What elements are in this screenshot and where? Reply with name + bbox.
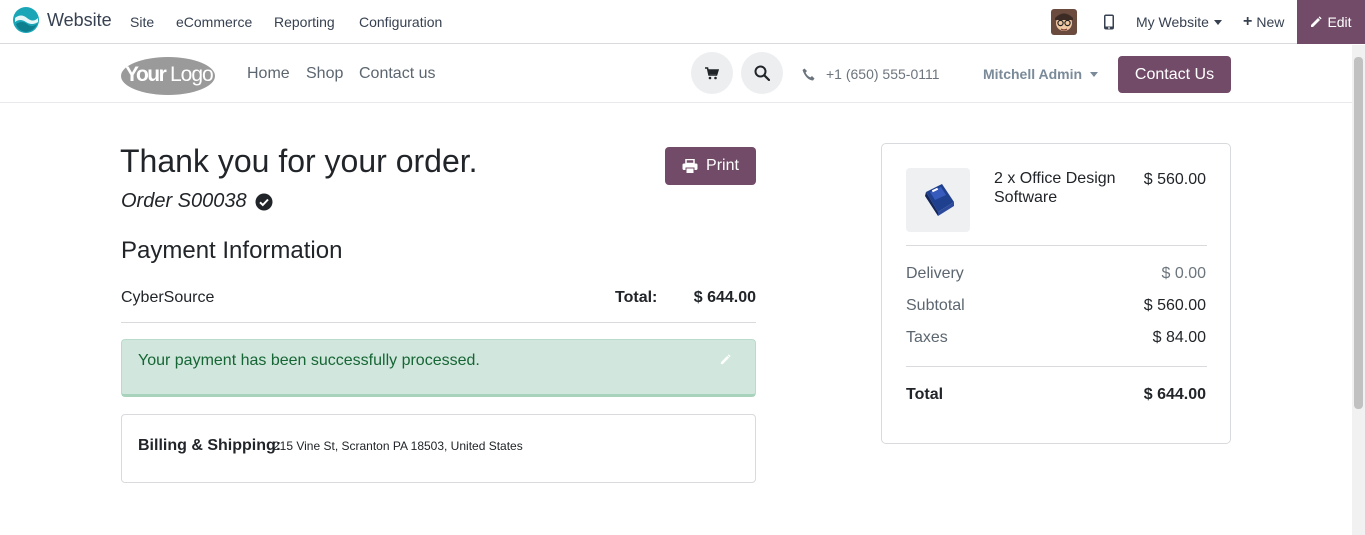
user-menu[interactable]: Mitchell Admin (983, 45, 1099, 103)
summary-total-label: Total (906, 386, 944, 403)
phone-number: +1 (650) 555-0111 (826, 66, 940, 82)
product-name[interactable]: 2 x Office Design Software (994, 169, 1134, 207)
user-name: Mitchell Admin (983, 66, 1083, 82)
payment-success-alert: Your payment has been successfully proce… (121, 339, 756, 397)
printer-icon (682, 158, 698, 174)
payment-provider: CyberSource (121, 289, 215, 306)
divider (121, 322, 756, 323)
plus-icon: + (1243, 13, 1253, 30)
svg-text:Your: Your (125, 63, 167, 86)
menu-site[interactable]: Site (130, 0, 154, 44)
mobile-preview-icon[interactable] (1103, 0, 1115, 44)
nav-shop[interactable]: Shop (306, 45, 343, 103)
payment-total-value: $ 644.00 (693, 289, 756, 306)
contact-us-button[interactable]: Contact Us (1118, 56, 1231, 93)
payment-total-label: Total: (615, 289, 658, 306)
new-button[interactable]: + New (1243, 0, 1284, 44)
taxes-value: $ 84.00 (1152, 329, 1206, 346)
site-header: Your Logo Home Shop Contact us +1 (650) … (0, 45, 1352, 103)
billing-shipping-box: Billing & Shipping: 215 Vine St, Scranto… (121, 414, 756, 483)
website-app-icon (13, 7, 39, 33)
cart-button[interactable] (691, 52, 733, 94)
website-switcher-label: My Website (1136, 14, 1209, 30)
order-summary-card: 2 x Office Design Software $ 560.00 Deli… (881, 143, 1231, 444)
phone-link[interactable]: +1 (650) 555-0111 (802, 45, 940, 103)
divider (906, 366, 1207, 367)
print-button[interactable]: Print (665, 147, 756, 185)
svg-text:Logo: Logo (170, 63, 213, 86)
site-logo[interactable]: Your Logo (120, 55, 216, 100)
app-name: Website (47, 9, 112, 30)
user-avatar[interactable] (1051, 0, 1077, 44)
edit-button[interactable]: Edit (1297, 0, 1365, 44)
delivery-label: Delivery (906, 265, 964, 282)
page-title: Thank you for your order. (120, 143, 478, 179)
edit-button-label: Edit (1327, 14, 1352, 30)
search-button[interactable] (741, 52, 783, 94)
pencil-icon (1310, 16, 1323, 28)
new-button-label: New (1256, 14, 1285, 30)
taxes-label: Taxes (906, 329, 948, 346)
summary-total-value: $ 644.00 (1143, 386, 1206, 403)
app-brand[interactable]: Website (13, 7, 112, 33)
delivery-value: $ 0.00 (1161, 265, 1206, 282)
admin-navbar: Website Site eCommerce Reporting Configu… (0, 0, 1365, 44)
phone-icon (802, 68, 815, 81)
order-reference: Order S00038 (121, 190, 273, 213)
payment-heading: Payment Information (121, 237, 343, 264)
divider (906, 245, 1207, 246)
page-scrollbar[interactable] (1352, 45, 1365, 535)
website-switcher[interactable]: My Website (1136, 0, 1222, 44)
cart-icon (705, 66, 719, 80)
billing-label: Billing & Shipping: (138, 437, 282, 454)
success-message: Your payment has been successfully proce… (138, 352, 480, 369)
print-button-label: Print (706, 157, 739, 174)
pencil-icon[interactable] (720, 352, 731, 370)
check-circle-icon (255, 193, 273, 211)
chevron-down-icon (1090, 71, 1099, 77)
order-number: Order S00038 (121, 190, 247, 212)
menu-ecommerce[interactable]: eCommerce (176, 0, 252, 44)
subtotal-value: $ 560.00 (1143, 297, 1206, 314)
menu-configuration[interactable]: Configuration (359, 0, 442, 44)
scrollbar-thumb[interactable] (1354, 57, 1363, 409)
subtotal-label: Subtotal (906, 297, 965, 314)
search-icon (754, 65, 770, 81)
billing-address: 215 Vine St, Scranton PA 18503, United S… (273, 439, 523, 453)
chevron-down-icon (1213, 19, 1222, 25)
menu-reporting[interactable]: Reporting (274, 0, 335, 44)
nav-home[interactable]: Home (247, 45, 290, 103)
product-image (906, 168, 970, 232)
product-price: $ 560.00 (1143, 171, 1206, 188)
nav-contact-us[interactable]: Contact us (359, 45, 435, 103)
